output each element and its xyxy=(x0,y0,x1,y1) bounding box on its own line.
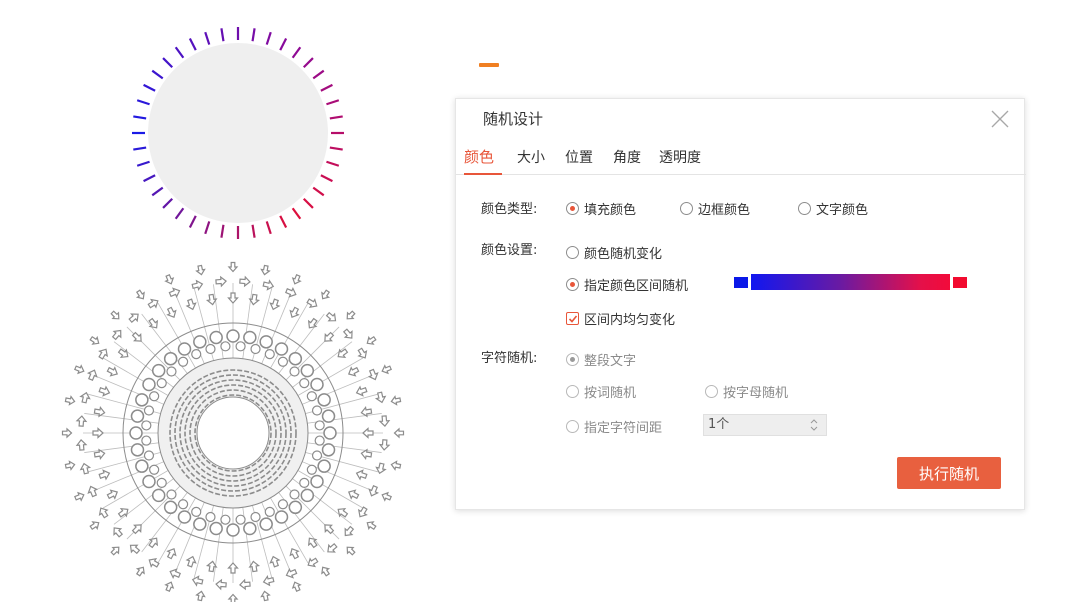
radio-text-color-label: 文字颜色 xyxy=(816,203,869,218)
tick-mark xyxy=(143,83,156,92)
radio-by-letter-label: 按字母随机 xyxy=(723,386,789,401)
tick-mark xyxy=(265,221,272,235)
tab-position[interactable]: 位置 xyxy=(565,147,593,167)
tick-mark xyxy=(188,38,197,51)
radio-fill-color-indicator[interactable] xyxy=(566,202,579,215)
tick-ring-shape[interactable] xyxy=(132,27,344,239)
radio-whole-text[interactable]: 整段文字 xyxy=(566,350,636,369)
tick-mark xyxy=(279,38,288,51)
radio-by-word-label: 按词随机 xyxy=(584,386,637,401)
execute-random-button[interactable]: 执行随机 xyxy=(897,457,1001,489)
tick-mark xyxy=(220,28,225,42)
radio-text-color-indicator[interactable] xyxy=(798,202,811,215)
tick-mark xyxy=(188,215,197,228)
tab-angle[interactable]: 角度 xyxy=(613,147,641,167)
tick-mark xyxy=(251,28,256,42)
tick-mark xyxy=(136,160,150,167)
radio-color-random[interactable]: 颜色随机变化 xyxy=(566,243,662,262)
tick-mark xyxy=(329,146,343,151)
tick-mark xyxy=(143,174,156,183)
spinner-arrows-icon[interactable] xyxy=(810,418,818,432)
radio-border-color-indicator[interactable] xyxy=(680,202,693,215)
radio-color-range-label: 指定颜色区间随机 xyxy=(584,279,689,294)
tick-mark xyxy=(136,99,150,106)
tick-mark xyxy=(291,46,302,59)
radio-char-spacing[interactable]: 指定字符间距 xyxy=(566,417,662,436)
tab-opacity[interactable]: 透明度 xyxy=(659,147,701,167)
radio-color-random-label: 颜色随机变化 xyxy=(584,247,663,262)
range-start-color-swatch[interactable] xyxy=(734,277,748,288)
tick-mark xyxy=(151,69,164,80)
radio-by-word-indicator[interactable] xyxy=(566,385,579,398)
active-tab-underline xyxy=(464,173,502,175)
radio-char-spacing-label: 指定字符间距 xyxy=(584,421,663,436)
accent-dash xyxy=(479,63,499,67)
radio-whole-text-label: 整段文字 xyxy=(584,354,637,369)
tick-mark xyxy=(279,215,288,228)
dialog-title: 随机设计 xyxy=(483,110,544,128)
radio-char-spacing-indicator[interactable] xyxy=(566,420,579,433)
range-end-color-swatch[interactable] xyxy=(953,277,967,288)
tick-mark xyxy=(204,221,211,235)
checkmark-icon xyxy=(568,315,578,323)
tick-mark xyxy=(291,207,302,220)
tick-mark xyxy=(265,31,272,45)
tick-mark xyxy=(251,224,256,238)
tick-mark xyxy=(320,83,333,92)
char-spacing-input[interactable]: 1个 xyxy=(703,414,827,436)
color-setting-label: 颜色设置: xyxy=(481,243,538,258)
radio-whole-text-indicator[interactable] xyxy=(566,353,579,366)
ring-pattern-shape[interactable] xyxy=(61,261,405,602)
canvas-artwork xyxy=(61,27,405,602)
radio-by-letter-indicator[interactable] xyxy=(705,385,718,398)
tab-bar: 颜色 大小 位置 角度 透明度 xyxy=(456,143,1026,175)
tick-mark xyxy=(302,57,314,69)
radio-text-color[interactable]: 文字颜色 xyxy=(798,199,868,218)
radio-by-letter[interactable]: 按字母随机 xyxy=(705,382,788,401)
tick-mark xyxy=(329,115,343,120)
radio-color-random-indicator[interactable] xyxy=(566,246,579,259)
radio-fill-color[interactable]: 填充颜色 xyxy=(566,199,636,218)
char-spacing-value: 1个 xyxy=(708,417,730,432)
tick-mark xyxy=(320,174,333,183)
tick-mark xyxy=(151,186,164,197)
tick-mark xyxy=(133,146,147,151)
tick-mark xyxy=(326,99,340,106)
radio-border-color[interactable]: 边框颜色 xyxy=(680,199,750,218)
radio-border-color-label: 边框颜色 xyxy=(698,203,751,218)
tick-mark xyxy=(312,69,325,80)
radio-color-range-indicator[interactable] xyxy=(566,278,579,291)
uniform-change-label: 区间内均匀变化 xyxy=(584,313,676,328)
tick-mark xyxy=(162,197,174,209)
radio-fill-color-label: 填充颜色 xyxy=(584,203,637,218)
tick-mark xyxy=(312,186,325,197)
color-range-gradient xyxy=(751,274,950,290)
tick-mark xyxy=(204,31,211,45)
tick-mark xyxy=(302,197,314,209)
tick-mark xyxy=(162,57,174,69)
tick-mark xyxy=(220,224,225,238)
radio-color-range[interactable]: 指定颜色区间随机 xyxy=(566,275,688,294)
uniform-change-checkbox-box[interactable] xyxy=(566,312,579,325)
color-type-label: 颜色类型: xyxy=(481,202,538,217)
close-icon xyxy=(991,110,1009,128)
tick-mark xyxy=(133,115,147,120)
close-button[interactable] xyxy=(989,108,1011,130)
tick-mark xyxy=(174,46,185,59)
tick-mark xyxy=(174,207,185,220)
char-random-label: 字符随机: xyxy=(481,351,538,366)
random-design-dialog: 随机设计 颜色 大小 位置 角度 透明度 颜色类型: 填充颜色 边框颜色 文字颜… xyxy=(455,98,1026,510)
tab-size[interactable]: 大小 xyxy=(517,147,545,167)
tick-mark xyxy=(326,160,340,167)
radio-by-word[interactable]: 按词随机 xyxy=(566,382,636,401)
tab-color[interactable]: 颜色 xyxy=(464,146,494,167)
uniform-change-checkbox[interactable]: 区间内均匀变化 xyxy=(566,309,675,328)
